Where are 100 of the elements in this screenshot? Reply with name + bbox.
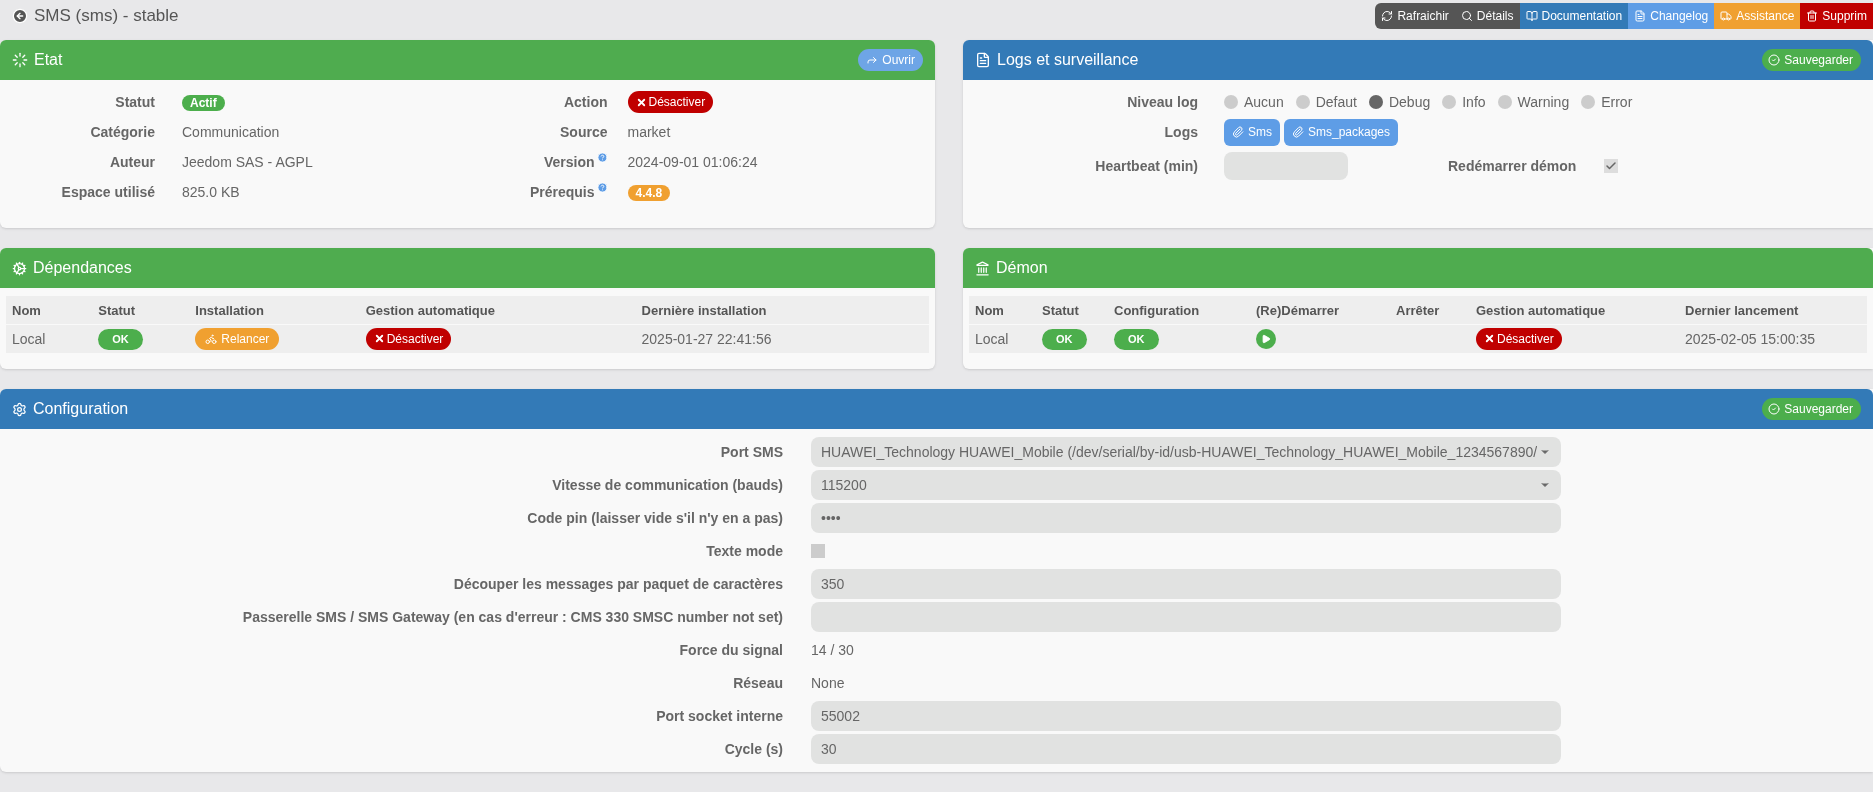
input-field[interactable] — [811, 602, 1561, 632]
trash-icon — [1806, 10, 1819, 22]
panel-title: Logs et surveillance — [997, 50, 1139, 70]
paperclip-icon — [1232, 126, 1244, 138]
back-icon[interactable] — [12, 8, 28, 24]
input-field[interactable]: 55002 — [811, 701, 1561, 731]
field-label: Action — [563, 93, 608, 112]
input-field[interactable]: 30 — [811, 734, 1561, 764]
close-icon — [635, 96, 647, 108]
table-cell: 2025-01-27 22:41:56 — [641, 330, 772, 347]
log-level-radio[interactable]: Aucun — [1224, 91, 1284, 113]
field-label: Catégorie — [90, 123, 155, 142]
field-label: Prérequis — [529, 183, 595, 202]
field-value: Communication — [182, 124, 280, 140]
column-header: Dernier lancement — [1685, 302, 1799, 318]
field-label: Texte mode — [706, 541, 783, 561]
input-field[interactable]: 350 — [811, 569, 1561, 599]
column-header: Nom — [12, 302, 41, 318]
field-label: Code pin (laisser vide s'il n'y en a pas) — [527, 508, 783, 528]
check-icon — [1768, 403, 1781, 415]
select-field[interactable]: HUAWEI_Technology HUAWEI_Mobile (/dev/serial/by-id/usb-HUAWEI_Technology_HUAWEI_Mobile_1234567890/ — [811, 437, 1561, 467]
save-button[interactable]: Sauvegarder — [1762, 49, 1861, 71]
column-header: (Re)Démarrer — [1256, 302, 1340, 318]
column-header: Statut — [1042, 302, 1079, 318]
field-label: Redémarrer démon — [1448, 156, 1577, 176]
log-level-radio[interactable]: Error — [1581, 91, 1633, 113]
status-badge: OK — [1042, 329, 1087, 350]
book-icon — [1525, 10, 1538, 22]
spinner-icon — [12, 52, 28, 68]
field-value: 825.0 KB — [182, 184, 240, 200]
field-label: Version — [543, 153, 595, 172]
panel-title: Démon — [996, 258, 1048, 278]
disable-button[interactable]: Désactiver — [365, 327, 452, 350]
toolbar-button[interactable]: Supprim — [1800, 3, 1873, 29]
table-cell: 2025-02-05 15:00:35 — [1685, 330, 1815, 347]
log-level-radio[interactable]: Debug — [1368, 91, 1431, 113]
field-value: 2024-09-01 01:06:24 — [627, 154, 758, 170]
field-value: Jeedom SAS - AGPL — [182, 154, 313, 170]
version-badge: 4.4.8 — [627, 185, 671, 201]
help-icon — [596, 152, 608, 163]
play-button[interactable] — [1256, 328, 1276, 349]
field-label: Auteur — [109, 153, 155, 172]
log-button[interactable]: Sms_packages — [1284, 118, 1399, 146]
log-button[interactable]: Sms — [1224, 118, 1280, 146]
field-label: Découper les messages par paquet de caractères — [453, 574, 783, 594]
open-button[interactable]: Ouvrir — [858, 49, 923, 71]
table-cell: Local — [975, 330, 1009, 347]
column-header: Statut — [98, 302, 136, 318]
play-icon — [1261, 333, 1271, 344]
gear-icon — [12, 260, 27, 276]
field-label: Vitesse de communication (bauds) — [552, 475, 783, 495]
column-header: Dernière installation — [641, 302, 767, 318]
field-label: Source — [560, 123, 608, 142]
heartbeat-field[interactable] — [1224, 152, 1348, 180]
paperclip-icon — [1292, 126, 1304, 138]
field-label: Logs — [1164, 122, 1198, 142]
field-label: Port SMS — [720, 442, 783, 462]
check-icon — [1768, 54, 1781, 66]
field-label: Heartbeat (min) — [1095, 156, 1198, 176]
save-button[interactable]: Sauvegarder — [1762, 398, 1861, 420]
checkbox[interactable] — [1604, 159, 1619, 173]
field-label: Cycle (s) — [724, 739, 783, 759]
status-badge: OK — [98, 329, 143, 350]
input-field[interactable]: •••• — [811, 503, 1561, 533]
panel-title: Etat — [34, 50, 63, 70]
field-label: Passerelle SMS / SMS Gateway (en cas d'erreur : CMS 330 SMSC number not set) — [242, 607, 783, 627]
truck-icon — [1720, 10, 1733, 22]
status-badge: OK — [1114, 329, 1159, 350]
toolbar-button[interactable]: Rafraichir — [1375, 3, 1455, 29]
help-icon — [596, 182, 608, 193]
refresh-icon — [1381, 10, 1394, 22]
field-label: Port socket interne — [656, 706, 783, 726]
search-icon — [1460, 10, 1473, 22]
checkbox[interactable] — [811, 544, 825, 558]
status-badge: Actif — [182, 95, 225, 111]
log-level-radio[interactable]: Warning — [1497, 91, 1570, 113]
disable-button[interactable]: Désactiver — [627, 91, 714, 114]
toolbar-button[interactable]: Changelog — [1628, 3, 1715, 29]
field-value: None — [811, 673, 845, 693]
panel-title: Dépendances — [33, 258, 132, 278]
file-icon — [975, 52, 991, 68]
column-header: Installation — [195, 302, 264, 318]
field-value: 14 / 30 — [811, 640, 854, 660]
close-icon — [373, 333, 385, 345]
toolbar-button[interactable]: Documentation — [1519, 3, 1629, 29]
field-label: Espace utilisé — [61, 183, 155, 202]
log-level-radio[interactable]: Info — [1442, 91, 1486, 113]
field-label: Statut — [115, 93, 155, 112]
bank-icon — [975, 260, 990, 276]
column-header: Gestion automatique — [1476, 302, 1606, 318]
column-header: Gestion automatique — [365, 302, 495, 318]
select-field[interactable]: 115200 — [811, 470, 1561, 500]
panel-title: Configuration — [33, 399, 129, 419]
share-icon — [866, 54, 879, 66]
column-header: Configuration — [1114, 302, 1200, 318]
close-icon — [1484, 333, 1495, 345]
log-level-radio[interactable]: Defaut — [1295, 91, 1357, 113]
disable-button[interactable]: Désactiver — [1476, 327, 1562, 350]
toolbar-button[interactable]: Détails — [1454, 3, 1520, 29]
field-label: Force du signal — [679, 640, 783, 660]
